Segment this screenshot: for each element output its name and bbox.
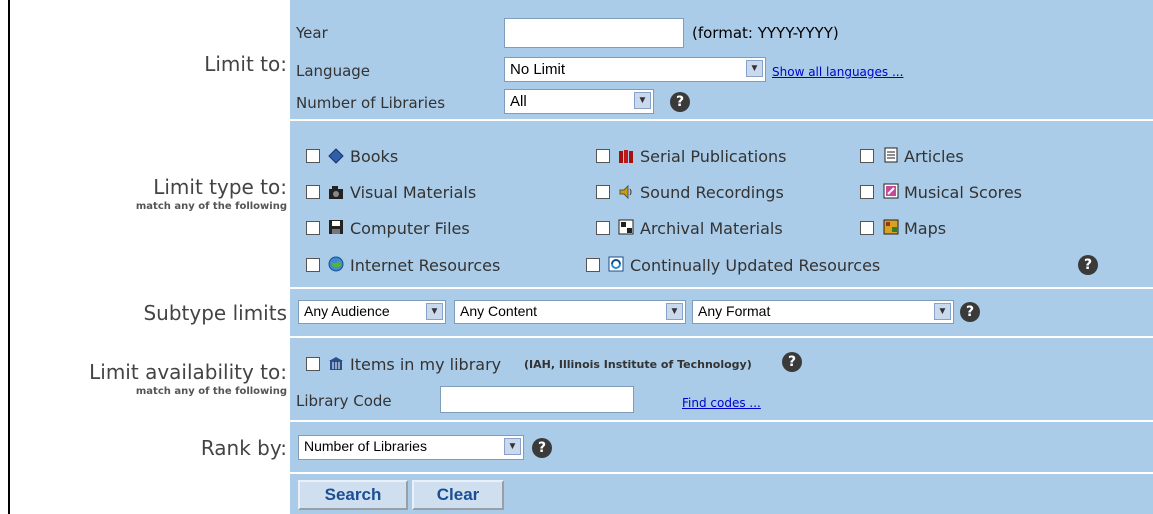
subtype-panel: Any Audience ▼ Any Content ▼ Any Format … <box>290 289 1153 336</box>
year-label: Year <box>296 24 328 42</box>
help-icon[interactable]: ? <box>670 92 690 112</box>
items-in-my-library-checkbox[interactable] <box>306 357 320 371</box>
update-icon <box>608 256 624 272</box>
library-icon <box>329 357 343 370</box>
language-select-value: No Limit <box>510 61 566 78</box>
visual-materials-checkbox[interactable] <box>306 185 320 199</box>
speaker-icon <box>619 184 632 200</box>
rank-panel: Number of Libraries ▼ ? <box>290 422 1153 472</box>
rank-label: Rank by: <box>200 436 287 460</box>
help-icon[interactable]: ? <box>782 352 802 372</box>
format-select[interactable]: Any Format ▼ <box>692 300 954 324</box>
audience-select[interactable]: Any Audience ▼ <box>298 300 446 324</box>
library-code-input[interactable] <box>440 386 634 413</box>
language-label: Language <box>296 62 371 80</box>
search-button[interactable]: Search <box>298 480 408 510</box>
limit-to-section: Limit to: Year (format: YYYY-YYYY) Langu… <box>10 0 1153 119</box>
show-all-languages-link[interactable]: Show all languages ... <box>772 65 903 79</box>
button-panel: Search Clear <box>290 474 1153 514</box>
map-icon <box>883 219 899 235</box>
globe-icon <box>328 256 344 272</box>
archival-materials-label: Archival Materials <box>640 219 783 238</box>
musical-scores-checkbox[interactable] <box>860 185 874 199</box>
help-icon[interactable]: ? <box>1078 255 1098 275</box>
limit-type-label: Limit type to: match any of the followin… <box>10 175 287 212</box>
rank-section: Rank by: Number of Libraries ▼ ? <box>10 422 1153 472</box>
items-in-my-library-label: Items in my library <box>350 355 502 374</box>
limit-type-section: Limit type to: match any of the followin… <box>10 121 1153 287</box>
availability-panel: Items in my library (IAH, Illinois Insti… <box>290 338 1153 420</box>
books-label: Books <box>350 147 399 166</box>
rank-select-value: Number of Libraries <box>304 438 427 454</box>
clear-button[interactable]: Clear <box>412 480 504 510</box>
maps-checkbox[interactable] <box>860 221 874 235</box>
chevron-down-icon: ▼ <box>634 92 651 109</box>
articles-label: Articles <box>904 147 964 166</box>
library-code-label: Library Code <box>296 392 392 410</box>
maps-label: Maps <box>904 219 947 238</box>
chevron-down-icon: ▼ <box>746 60 763 77</box>
score-icon <box>883 183 899 199</box>
content-select[interactable]: Any Content ▼ <box>454 300 686 324</box>
limit-to-label: Limit to: <box>204 52 287 76</box>
limit-type-sublabel: match any of the following <box>135 201 287 212</box>
archive-icon <box>618 219 634 235</box>
content-select-value: Any Content <box>460 303 538 319</box>
musical-scores-label: Musical Scores <box>904 183 1023 202</box>
audience-select-value: Any Audience <box>304 303 390 319</box>
continually-updated-label: Continually Updated Resources <box>630 256 881 275</box>
number-of-libraries-label: Number of Libraries <box>296 94 446 112</box>
serial-icon <box>619 150 633 163</box>
format-select-value: Any Format <box>698 303 771 319</box>
availability-section: Limit availability to: match any of the … <box>10 338 1153 420</box>
find-codes-link[interactable]: Find codes ... <box>682 396 761 410</box>
availability-label: Limit availability to: match any of the … <box>10 360 287 397</box>
article-icon <box>884 147 898 163</box>
articles-checkbox[interactable] <box>860 149 874 163</box>
availability-sublabel: match any of the following <box>135 386 287 397</box>
year-format-hint: (format: YYYY-YYYY) <box>692 24 839 42</box>
computer-files-label: Computer Files <box>350 219 470 238</box>
library-institution-note: (IAH, Illinois Institute of Technology) <box>524 358 752 371</box>
rank-select[interactable]: Number of Libraries ▼ <box>298 435 524 460</box>
chevron-down-icon: ▼ <box>426 303 443 320</box>
limit-to-panel: Year (format: YYYY-YYYY) Language No Lim… <box>290 0 1153 119</box>
help-icon[interactable]: ? <box>532 438 552 458</box>
book-icon <box>328 148 344 164</box>
chevron-down-icon: ▼ <box>504 438 521 455</box>
internet-resources-checkbox[interactable] <box>306 258 320 272</box>
continually-updated-checkbox[interactable] <box>586 258 600 272</box>
subtype-label: Subtype limits <box>143 301 287 325</box>
sound-recordings-checkbox[interactable] <box>596 185 610 199</box>
search-limits-form: Limit to: Year (format: YYYY-YYYY) Langu… <box>8 0 1153 514</box>
year-input[interactable] <box>504 18 684 48</box>
computer-files-checkbox[interactable] <box>306 221 320 235</box>
books-checkbox[interactable] <box>306 149 320 163</box>
subtype-section: Subtype limits Any Audience ▼ Any Conten… <box>10 289 1153 336</box>
chevron-down-icon: ▼ <box>666 303 683 320</box>
camera-icon <box>329 186 343 199</box>
sound-recordings-label: Sound Recordings <box>640 183 784 202</box>
number-of-libraries-value: All <box>510 93 527 110</box>
help-icon[interactable]: ? <box>960 302 980 322</box>
number-of-libraries-select[interactable]: All ▼ <box>504 89 654 114</box>
limit-type-panel: Books Serial Publications Articles Visua… <box>290 121 1153 287</box>
chevron-down-icon: ▼ <box>934 303 951 320</box>
floppy-icon <box>329 220 343 234</box>
internet-resources-label: Internet Resources <box>350 256 501 275</box>
serial-publications-checkbox[interactable] <box>596 149 610 163</box>
serial-publications-label: Serial Publications <box>640 147 787 166</box>
archival-materials-checkbox[interactable] <box>596 221 610 235</box>
visual-materials-label: Visual Materials <box>350 183 477 202</box>
language-select[interactable]: No Limit ▼ <box>504 57 766 82</box>
button-section: Search Clear <box>10 474 1153 514</box>
